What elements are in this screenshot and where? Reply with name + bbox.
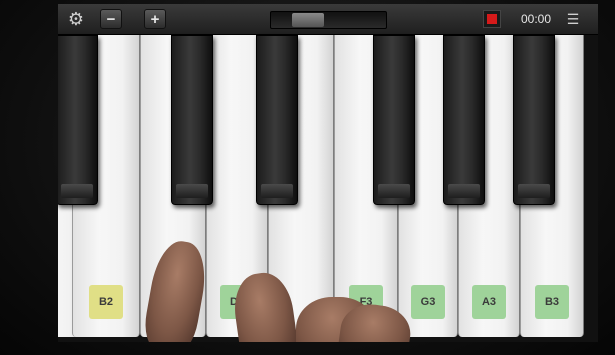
toolbar: ⚙ − + 00:00 ☰ <box>58 4 598 35</box>
gear-icon[interactable]: ⚙ <box>66 9 86 29</box>
key-label: A3 <box>472 285 506 319</box>
black-key[interactable] <box>256 35 298 205</box>
keyboard-scroll-slider[interactable] <box>270 11 387 29</box>
key-label: B3 <box>535 285 569 319</box>
black-key[interactable] <box>373 35 415 205</box>
black-key[interactable] <box>513 35 555 205</box>
piano-keyboard: B2 D3 F3 G3 A3 B3 <box>58 35 598 342</box>
slider-thumb[interactable] <box>292 13 324 27</box>
black-key[interactable] <box>58 35 98 205</box>
record-button[interactable] <box>483 10 501 28</box>
key-label: B2 <box>89 285 123 319</box>
key-label: G3 <box>411 285 445 319</box>
menu-icon[interactable]: ☰ <box>564 10 582 28</box>
black-key[interactable] <box>171 35 213 205</box>
record-timer: 00:00 <box>520 12 552 26</box>
app-screen: ⚙ − + 00:00 ☰ B2 D3 F3 G3 A3 B3 <box>58 4 598 342</box>
zoom-out-button[interactable]: − <box>100 9 122 29</box>
zoom-in-button[interactable]: + <box>144 9 166 29</box>
record-stop-icon <box>487 14 497 24</box>
black-key[interactable] <box>443 35 485 205</box>
